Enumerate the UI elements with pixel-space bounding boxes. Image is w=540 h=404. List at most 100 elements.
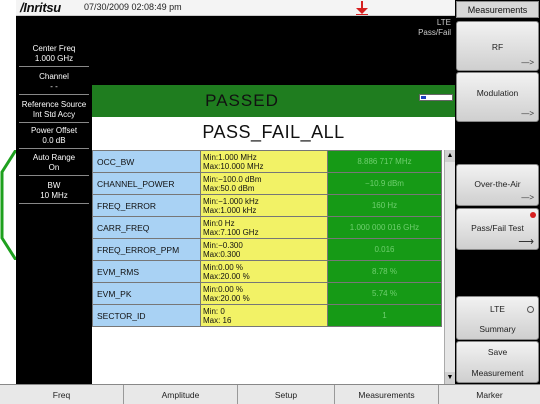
limit-max: Max: 16 xyxy=(203,315,232,325)
measurement-name: CHANNEL_POWER xyxy=(92,172,201,195)
rf-button[interactable]: RF —> xyxy=(456,21,539,71)
channel-label: Channel xyxy=(39,72,69,81)
limit-max: Max:1.000 kHz xyxy=(203,205,257,215)
bw-param: BW 10 MHz xyxy=(19,181,89,204)
parameter-panel: Center Freq 1.000 GHz Channel - - Refere… xyxy=(16,16,92,384)
brand-logo: /Inritsu xyxy=(20,0,61,15)
limit-min: Min:0 Hz xyxy=(203,218,235,228)
auto-range-label: Auto Range xyxy=(32,153,76,162)
results-table: OCC_BW Min:1.000 MHz Max:10.000 MHz 8.886 7… xyxy=(92,150,442,327)
softkey-menu-title: Measurements xyxy=(456,1,539,18)
mode-indicator: LTE Pass/Fail xyxy=(418,18,451,38)
function-key-bar: Freq Amplitude Setup Measurements Marker xyxy=(0,384,540,404)
center-freq-value: 1.000 GHz xyxy=(34,54,74,63)
limit-max: Max:7.100 GHz xyxy=(203,227,259,237)
submenu-arrow-icon: ⟶ xyxy=(518,236,534,248)
measured-value: 1.000 000 016 GHz xyxy=(327,216,442,239)
pass-fail-test-button[interactable]: Pass/Fail Test ⟶ xyxy=(456,208,539,250)
measured-value: 1 xyxy=(327,304,442,327)
progress-meter-fill xyxy=(421,96,426,99)
limit-max: Max:0.300 xyxy=(203,249,241,259)
reference-source-value: Int Std Accy xyxy=(32,110,76,119)
over-the-air-label: Over-the-Air xyxy=(474,179,521,189)
save-measurement-button[interactable]: Save Measurement xyxy=(456,341,539,383)
summary-label: Summary xyxy=(479,324,516,334)
table-row: OCC_BW Min:1.000 MHz Max:10.000 MHz 8.886 7… xyxy=(92,150,442,173)
reference-source-param: Reference Source Int Std Accy xyxy=(19,100,89,123)
freq-key[interactable]: Freq xyxy=(0,385,124,404)
limit-min: Min: 0 xyxy=(203,306,225,316)
measured-value: −10.9 dBm xyxy=(327,172,442,195)
modulation-button[interactable]: Modulation —> xyxy=(456,72,539,122)
measurement-name: FREQ_ERROR_PPM xyxy=(92,238,201,261)
limit-min: Min:0.00 % xyxy=(203,284,244,294)
limits-cell: Min:1.000 MHz Max:10.000 MHz xyxy=(200,150,328,173)
limit-max: Max:20.00 % xyxy=(203,293,250,303)
warning-icon xyxy=(356,1,368,15)
measurement-name: EVM_RMS xyxy=(92,260,201,283)
auto-range-value: On xyxy=(48,163,60,172)
channel-param: Channel - - xyxy=(19,72,89,95)
limit-min: Min:0.00 % xyxy=(203,262,244,272)
power-offset-label: Power Offset xyxy=(30,126,78,135)
rf-label: RF xyxy=(491,42,504,52)
vertical-scrollbar[interactable]: ▲ ▼ xyxy=(444,150,455,384)
measured-value: 8.78 % xyxy=(327,260,442,283)
lte-summary-button[interactable]: LTE Summary xyxy=(456,296,539,340)
scroll-down-icon[interactable]: ▼ xyxy=(445,372,455,384)
save-label: Save xyxy=(487,347,508,357)
measurement-label: Measurement xyxy=(471,368,524,378)
measured-value: 0.016 xyxy=(327,238,442,261)
limit-min: Min:−1.000 kHz xyxy=(203,196,259,206)
result-banner: PASSED xyxy=(92,85,455,117)
limits-cell: Min:−1.000 kHz Max:1.000 kHz xyxy=(200,194,328,217)
mode-standard: LTE xyxy=(436,18,451,27)
table-row: EVM_RMS Min:0.00 % Max:20.00 % 8.78 % xyxy=(92,260,442,283)
measurement-name: OCC_BW xyxy=(92,150,201,173)
measured-value: 160 Hz xyxy=(327,194,442,217)
measurement-name: EVM_PK xyxy=(92,282,201,305)
table-row: FREQ_ERROR_PPM Min:−0.300 Max:0.300 0.016 xyxy=(92,238,442,261)
pass-fail-test-label: Pass/Fail Test xyxy=(471,223,524,233)
table-row: FREQ_ERROR Min:−1.000 kHz Max:1.000 kHz 160… xyxy=(92,194,442,217)
center-freq-label: Center Freq xyxy=(32,44,76,53)
limit-min: Min:1.000 MHz xyxy=(203,152,257,162)
limits-cell: Min:−0.300 Max:0.300 xyxy=(200,238,328,261)
bw-label: BW xyxy=(47,181,61,190)
table-row: EVM_PK Min:0.00 % Max:20.00 % 5.74 % xyxy=(92,282,442,305)
toggle-indicator-icon xyxy=(527,306,534,313)
limits-cell: Min:0.00 % Max:20.00 % xyxy=(200,282,328,305)
datetime: 07/30/2009 02:08:49 pm xyxy=(84,2,182,12)
limit-min: Min:−0.300 xyxy=(203,240,243,250)
limits-cell: Min:−100.0 dBm Max:50.0 dBm xyxy=(200,172,328,195)
mode-measurement: Pass/Fail xyxy=(418,28,451,37)
marker-key[interactable]: Marker xyxy=(439,385,540,404)
test-name: PASS_FAIL_ALL xyxy=(202,122,345,142)
active-indicator-icon xyxy=(530,212,536,218)
lte-label: LTE xyxy=(490,304,505,314)
softkey-panel: Measurements RF —> Modulation —> Over-th… xyxy=(455,0,540,384)
power-offset-value: 0.0 dB xyxy=(42,136,66,145)
submenu-arrow-icon: —> xyxy=(521,58,534,67)
scroll-up-icon[interactable]: ▲ xyxy=(445,150,455,162)
channel-value: - - xyxy=(50,82,58,91)
status-bar: /Inritsu 07/30/2009 02:08:49 pm xyxy=(16,0,455,16)
table-row: SECTOR_ID Min: 0 Max: 16 1 xyxy=(92,304,442,327)
power-offset-param: Power Offset 0.0 dB xyxy=(19,126,89,149)
submenu-arrow-icon: —> xyxy=(521,109,534,118)
setup-key[interactable]: Setup xyxy=(238,385,335,404)
reference-source-label: Reference Source xyxy=(21,100,87,109)
table-row: CARR_FREQ Min:0 Hz Max:7.100 GHz 1.000 000 … xyxy=(92,216,442,239)
measured-value: 8.886 717 MHz xyxy=(327,150,442,173)
over-the-air-button[interactable]: Over-the-Air —> xyxy=(456,164,539,206)
display-header: LTE Pass/Fail xyxy=(92,16,455,85)
overall-result: PASSED xyxy=(205,91,279,110)
limits-cell: Min:0 Hz Max:7.100 GHz xyxy=(200,216,328,239)
center-freq-param: Center Freq 1.000 GHz xyxy=(19,44,89,67)
amplitude-key[interactable]: Amplitude xyxy=(124,385,238,404)
limit-max: Max:50.0 dBm xyxy=(203,183,255,193)
measurements-key[interactable]: Measurements xyxy=(335,385,439,404)
measured-value: 5.74 % xyxy=(327,282,442,305)
limit-max: Max:20.00 % xyxy=(203,271,250,281)
measurement-name: FREQ_ERROR xyxy=(92,194,201,217)
